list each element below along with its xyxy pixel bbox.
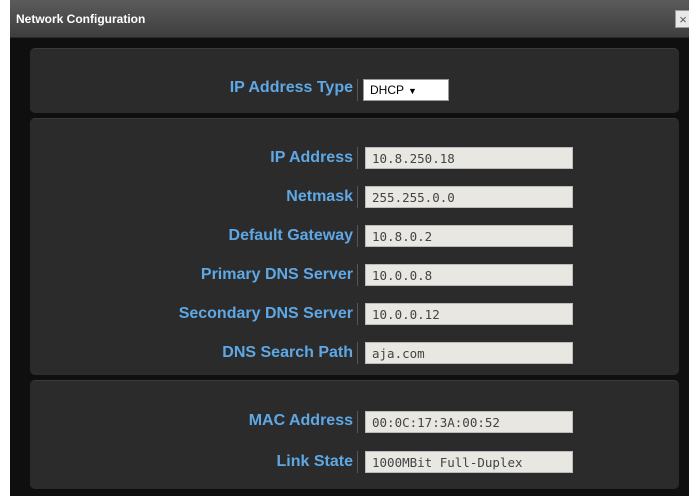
default-gateway-field[interactable]: 10.8.0.2 <box>365 225 573 247</box>
network-settings-panel: IP Address 10.8.250.18 Netmask 255.255.0… <box>30 118 679 375</box>
link-state-field: 1000MBit Full-Duplex <box>365 451 573 473</box>
separator <box>357 342 358 364</box>
separator <box>357 451 358 473</box>
ip-type-panel: IP Address Type DHCP ▼ <box>30 48 679 113</box>
hardware-info-panel: MAC Address 00:0C:17:3A:00:52 Link State… <box>30 380 679 489</box>
primary-dns-label: Primary DNS Server <box>200 266 353 283</box>
title-bar[interactable]: Network Configuration × <box>10 0 689 38</box>
primary-dns-field[interactable]: 10.0.0.8 <box>365 264 573 286</box>
network-configuration-dialog: Network Configuration × IP Address Type … <box>10 0 689 496</box>
netmask-field[interactable]: 255.255.0.0 <box>365 186 573 208</box>
separator <box>357 303 358 325</box>
netmask-label: Netmask <box>286 188 353 205</box>
separator <box>357 225 358 247</box>
separator <box>357 264 358 286</box>
separator <box>357 79 358 101</box>
ip-address-type-select[interactable]: DHCP ▼ <box>363 79 449 101</box>
secondary-dns-field[interactable]: 10.0.0.12 <box>365 303 573 325</box>
dialog-title: Network Configuration <box>16 12 146 26</box>
ip-address-type-label: IP Address Type <box>229 79 353 96</box>
link-state-label: Link State <box>276 453 353 470</box>
chevron-down-icon: ▼ <box>408 86 417 96</box>
ip-address-field[interactable]: 10.8.250.18 <box>365 147 573 169</box>
mac-address-field: 00:0C:17:3A:00:52 <box>365 411 573 433</box>
ip-address-label: IP Address <box>270 149 353 166</box>
separator <box>357 411 358 433</box>
separator <box>357 186 358 208</box>
ip-address-type-value: DHCP <box>370 83 405 97</box>
dns-search-path-label: DNS Search Path <box>222 344 353 361</box>
default-gateway-label: Default Gateway <box>228 227 353 244</box>
separator <box>357 147 358 169</box>
dns-search-path-field[interactable]: aja.com <box>365 342 573 364</box>
close-icon[interactable]: × <box>675 10 689 28</box>
secondary-dns-label: Secondary DNS Server <box>178 305 353 322</box>
mac-address-label: MAC Address <box>248 412 353 429</box>
